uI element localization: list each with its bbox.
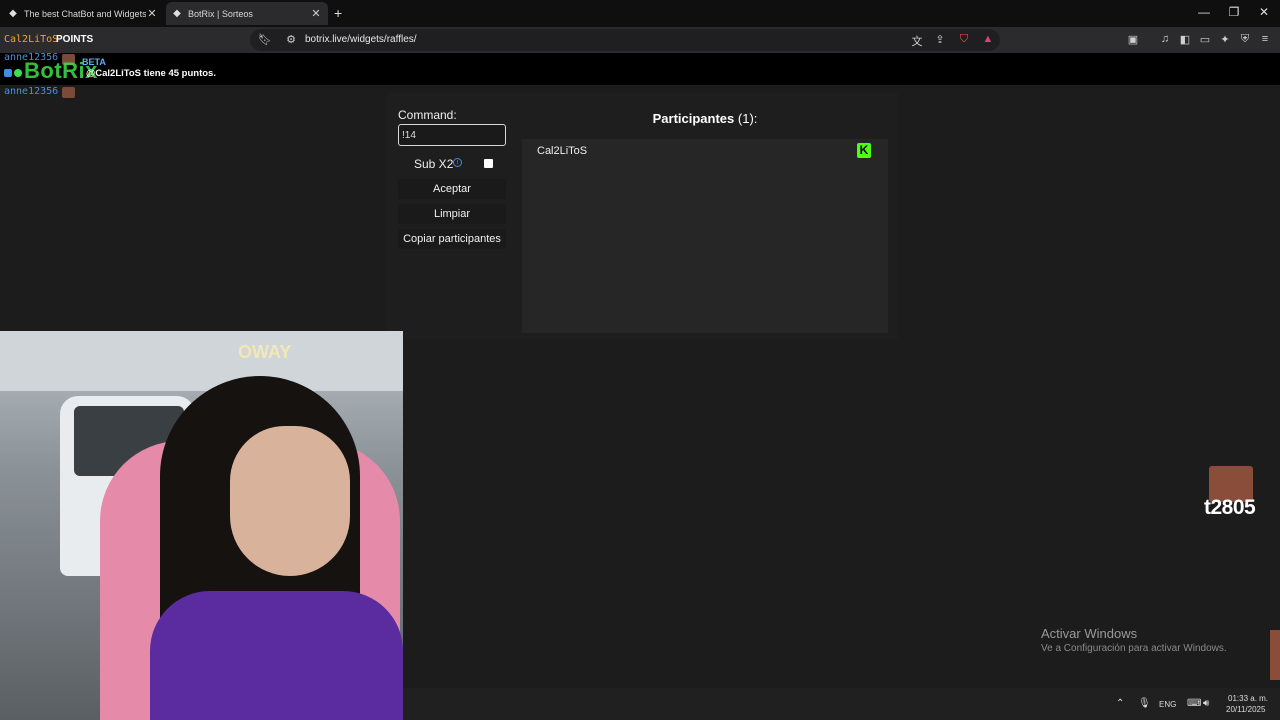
clock-date[interactable]: 20/11/2025 <box>1226 705 1265 714</box>
participants-heading: Participantes (1): <box>522 111 888 126</box>
chevron-up-icon[interactable]: ⌃ <box>1116 698 1124 709</box>
kick-icon: K <box>857 143 871 158</box>
url-text[interactable]: botrix.live/widgets/raffles/ <box>305 34 417 45</box>
translate-icon[interactable]: 文 <box>910 33 924 49</box>
wallet-icon[interactable]: ▭ <box>1198 33 1212 46</box>
bookmark-icon[interactable]: 🔖︎ <box>258 33 272 46</box>
tab-botrix-sorteos[interactable]: ◆ BotRix | Sorteos ✕ <box>166 2 328 25</box>
restore-icon[interactable]: ❐ <box>1226 5 1242 19</box>
tab-label: BotRix | Sorteos <box>188 8 253 19</box>
leo-ai-icon[interactable]: ✦ <box>1218 33 1232 46</box>
participants-title: Participantes <box>652 111 735 126</box>
language-indicator[interactable]: ENG <box>1159 700 1176 709</box>
share-icon[interactable]: ⇪ <box>933 33 947 46</box>
points-label: POINTS <box>56 34 94 45</box>
points-username: Cal2LiToS <box>4 34 59 45</box>
sub-x2-label: Sub X2 <box>414 157 454 171</box>
sub-x2-checkbox[interactable] <box>484 159 493 168</box>
participants-list <box>522 139 888 333</box>
chat-message: @Cal2LiToS tiene 45 puntos. <box>86 68 216 79</box>
activate-windows-title: Activar Windows <box>1041 626 1138 641</box>
close-icon[interactable]: ✕ <box>310 7 322 20</box>
music-icon[interactable]: ♫ <box>1158 33 1172 45</box>
streamer-shirt <box>150 591 403 720</box>
command-label: Command: <box>398 108 457 122</box>
close-icon[interactable]: ✕ <box>146 7 158 20</box>
microphone-icon[interactable]: 🎙︎ <box>1138 698 1151 709</box>
browser-toolbar <box>0 27 1280 53</box>
info-icon[interactable]: i <box>453 158 462 167</box>
volume-icon[interactable]: 🔊︎ <box>1203 698 1209 709</box>
menu-icon[interactable]: ≡ <box>1258 33 1272 45</box>
tab-label: The best ChatBot and Widgets for Ki <box>24 8 146 19</box>
streamer-face <box>230 426 350 576</box>
copy-participants-button[interactable]: Copiar participantes <box>398 229 506 249</box>
network-icon[interactable]: ⌨︎ <box>1187 698 1201 709</box>
brave-shields-icon[interactable]: ⛉ <box>957 33 971 46</box>
new-tab-button[interactable]: + <box>334 5 342 21</box>
garage-door <box>0 331 403 391</box>
streak-counter: t2805 <box>1204 496 1256 519</box>
chat-username: anne12356 : <box>4 86 71 97</box>
botrix-favicon-icon: ◆ <box>173 7 181 19</box>
participant-name: Cal2LiToS <box>537 145 588 157</box>
brave-rewards-icon[interactable]: ▲ <box>981 33 995 45</box>
tab-botrix-home[interactable]: ◆ The best ChatBot and Widgets for Ki ✕ <box>2 2 164 25</box>
clear-button[interactable]: Limpiar <box>398 204 506 224</box>
clock-time[interactable]: 01:33 a. m. <box>1228 694 1268 703</box>
activate-windows-subtitle: Ve a Configuración para activar Windows. <box>1041 643 1227 654</box>
site-info-icon[interactable]: ⚙︎ <box>284 33 298 46</box>
close-window-icon[interactable]: ✕ <box>1256 5 1272 19</box>
tab-strip: ◆ The best ChatBot and Widgets for Ki ✕ … <box>0 0 1280 27</box>
beta-badge: BETA <box>82 57 106 67</box>
command-input[interactable] <box>398 124 506 146</box>
kick-badge-icon <box>4 69 12 77</box>
botrix-favicon-icon: ◆ <box>9 7 17 19</box>
shirt-logo-text: OWAY <box>238 342 292 362</box>
webcam-feed <box>0 331 403 720</box>
chat-emote-icon <box>62 87 75 98</box>
media-capture-icon[interactable]: ▣ <box>1126 33 1140 46</box>
participants-count: (1): <box>737 111 758 126</box>
accept-button[interactable]: Aceptar <box>398 179 506 199</box>
edge-emote-icon <box>1270 630 1280 680</box>
sidebar-icon[interactable]: ◧ <box>1178 33 1192 46</box>
minimize-icon[interactable]: — <box>1196 5 1212 19</box>
bot-badge-icon <box>14 69 22 77</box>
vpn-icon[interactable]: ⛨ <box>1238 33 1252 46</box>
